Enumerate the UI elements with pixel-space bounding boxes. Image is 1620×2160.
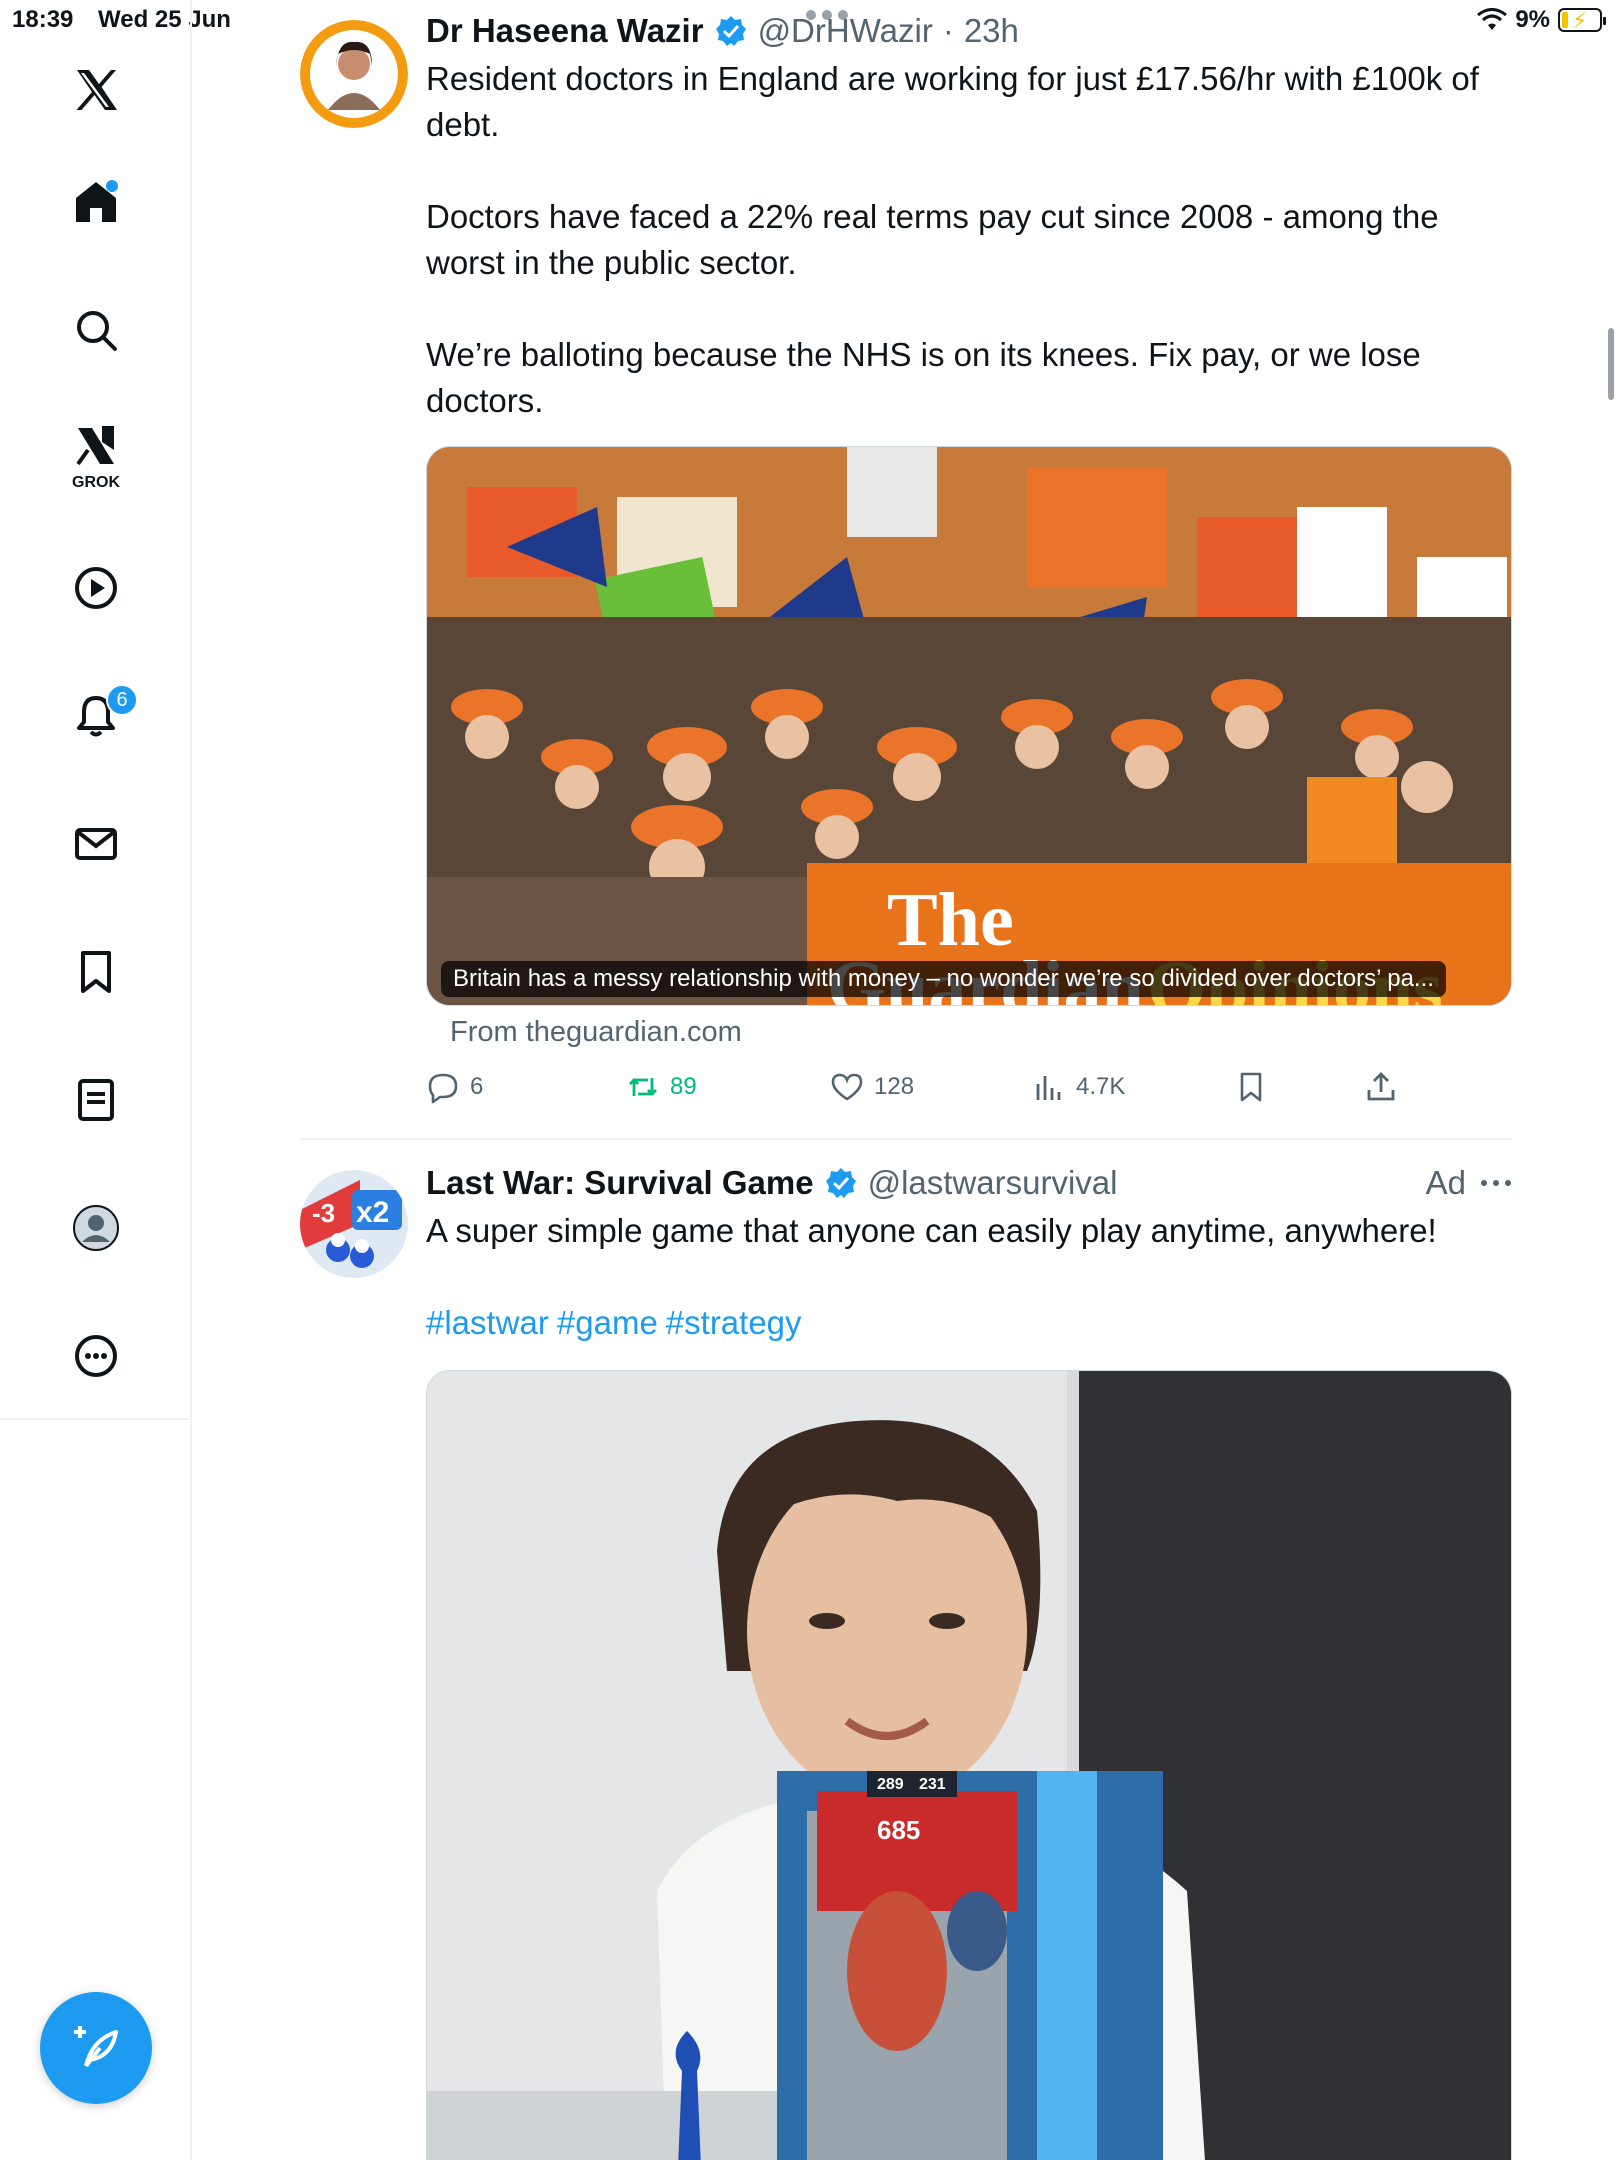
game-power-score: 685 xyxy=(877,1815,920,1845)
compose-post-button[interactable] xyxy=(40,1992,152,2104)
share-icon xyxy=(1367,1072,1395,1101)
views-count: 4.7K xyxy=(1076,1073,1126,1100)
sidebar-item-messages[interactable] xyxy=(0,796,192,892)
game-score-left: 289 xyxy=(877,1776,904,1793)
tweet-paragraph: Resident doctors in England are working … xyxy=(426,60,1479,143)
author-avatar[interactable] xyxy=(300,20,408,128)
notifications-badge: 6 xyxy=(106,684,138,716)
hashtag-link[interactable]: #game xyxy=(557,1304,658,1341)
sidebar-separator xyxy=(0,1418,192,1420)
reply-count: 6 xyxy=(470,1073,484,1100)
compose-feather-icon xyxy=(74,2026,118,2068)
play-circle-icon xyxy=(75,567,117,609)
verified-badge-icon xyxy=(825,1168,856,1198)
bookmark-icon xyxy=(81,951,111,993)
analytics-icon xyxy=(1036,1076,1061,1100)
sidebar-item-notifications[interactable]: 6 xyxy=(0,668,192,764)
hashtag-link[interactable]: #strategy xyxy=(666,1304,802,1341)
sidebar-item-profile[interactable] xyxy=(0,1180,192,1276)
svg-text:x2: x2 xyxy=(356,1196,389,1229)
tweet-text: Resident doctors in England are working … xyxy=(426,56,1512,424)
like-count: 128 xyxy=(874,1073,915,1100)
tweet-header: Last War: Survival Game @lastwarsurvival xyxy=(426,1164,1512,1202)
sidebar: GROK 6 xyxy=(0,0,192,2160)
author-name[interactable]: Dr Haseena Wazir xyxy=(426,12,704,50)
tweet-paragraph: A super simple game that anyone can easi… xyxy=(426,1212,1437,1249)
separator-dot: · xyxy=(942,12,954,49)
sidebar-item-home[interactable] xyxy=(0,154,192,250)
author-handle[interactable]: @DrHWazir xyxy=(758,12,933,50)
battery-percent: 9% xyxy=(1515,6,1550,33)
card-image: The Guardian Opinions xyxy=(427,447,1511,1005)
tweet-text: A super simple game that anyone can easi… xyxy=(426,1208,1512,1346)
card-caption: Britain has a messy relationship with mo… xyxy=(441,961,1446,997)
verified-badge-icon xyxy=(715,16,746,46)
svg-text:-3: -3 xyxy=(312,1198,335,1228)
ad-label: Ad xyxy=(1425,1164,1466,1201)
tweet-actions: 6 89 128 4.7K xyxy=(426,1070,1512,1110)
ad-video-frame: 289 231 685 xyxy=(427,1371,1511,2160)
heart-icon xyxy=(831,1073,863,1101)
search-icon xyxy=(77,311,117,351)
tweet-header: Dr Haseena Wazir @DrHWazir · 23h xyxy=(426,12,1512,50)
sidebar-item-bookmarks[interactable] xyxy=(0,924,192,1020)
share-button[interactable] xyxy=(1364,1070,1398,1104)
ad-video[interactable]: 289 231 685 xyxy=(426,1370,1512,2160)
sidebar-item-search[interactable] xyxy=(0,282,192,378)
sidebar-item-grok[interactable]: GROK xyxy=(0,410,192,506)
repost-count: 89 xyxy=(670,1073,697,1100)
ad-tweet[interactable]: x2 -3 Last War: Survival Game @lastwarsur… xyxy=(300,1164,1512,2160)
views-button[interactable]: 4.7K xyxy=(1032,1070,1125,1104)
sidebar-item-more[interactable] xyxy=(0,1308,192,1404)
more-options-icon[interactable] xyxy=(1480,1178,1512,1188)
tweet-paragraph: We’re balloting because the NHS is on it… xyxy=(426,336,1421,419)
advertiser-avatar[interactable]: x2 -3 xyxy=(300,1170,408,1278)
link-card[interactable]: The Guardian Opinions Britain has a mess… xyxy=(426,446,1512,1006)
scroll-indicator[interactable] xyxy=(1608,328,1614,400)
tweet-body: Dr Haseena Wazir @DrHWazir · 23h Residen… xyxy=(426,12,1512,424)
ad-header-right: Ad xyxy=(1426,1164,1512,1202)
advertiser-name[interactable]: Last War: Survival Game xyxy=(426,1164,814,1202)
bookmark-button[interactable] xyxy=(1234,1070,1268,1104)
sidebar-item-video[interactable] xyxy=(0,540,192,636)
tweet-paragraph: Doctors have faced a 22% real terms pay … xyxy=(426,198,1439,281)
reply-button[interactable]: 6 xyxy=(426,1070,483,1104)
bookmark-icon xyxy=(1240,1072,1262,1102)
reply-icon xyxy=(428,1073,458,1104)
more-circle-icon xyxy=(75,1335,117,1377)
game-score-right: 231 xyxy=(919,1776,946,1793)
home-unread-dot xyxy=(106,180,118,192)
x-logo-icon[interactable] xyxy=(0,42,192,138)
repost-icon xyxy=(629,1078,657,1096)
envelope-icon xyxy=(75,828,117,860)
list-icon xyxy=(78,1079,114,1121)
tweet-body: Last War: Survival Game @lastwarsurvival… xyxy=(426,1164,1512,1346)
tweet[interactable]: Dr Haseena Wazir @DrHWazir · 23h Residen… xyxy=(300,12,1512,1140)
tweet-time[interactable]: 23h xyxy=(964,12,1019,50)
grok-icon xyxy=(76,426,114,466)
tweet-divider xyxy=(300,1138,1512,1140)
profile-avatar-icon xyxy=(73,1205,119,1251)
hashtags: #lastwar #game #strategy xyxy=(426,1300,1512,1346)
hashtag-link[interactable]: #lastwar xyxy=(426,1304,549,1341)
battery-icon: ⚡ xyxy=(1558,8,1606,33)
repost-button[interactable]: 89 xyxy=(626,1070,697,1104)
advertiser-handle[interactable]: @lastwarsurvival xyxy=(868,1164,1118,1202)
like-button[interactable]: 128 xyxy=(830,1070,914,1104)
grok-label: GROK xyxy=(72,474,120,491)
card-source[interactable]: From theguardian.com xyxy=(450,1016,742,1049)
sidebar-item-lists[interactable] xyxy=(0,1052,192,1148)
